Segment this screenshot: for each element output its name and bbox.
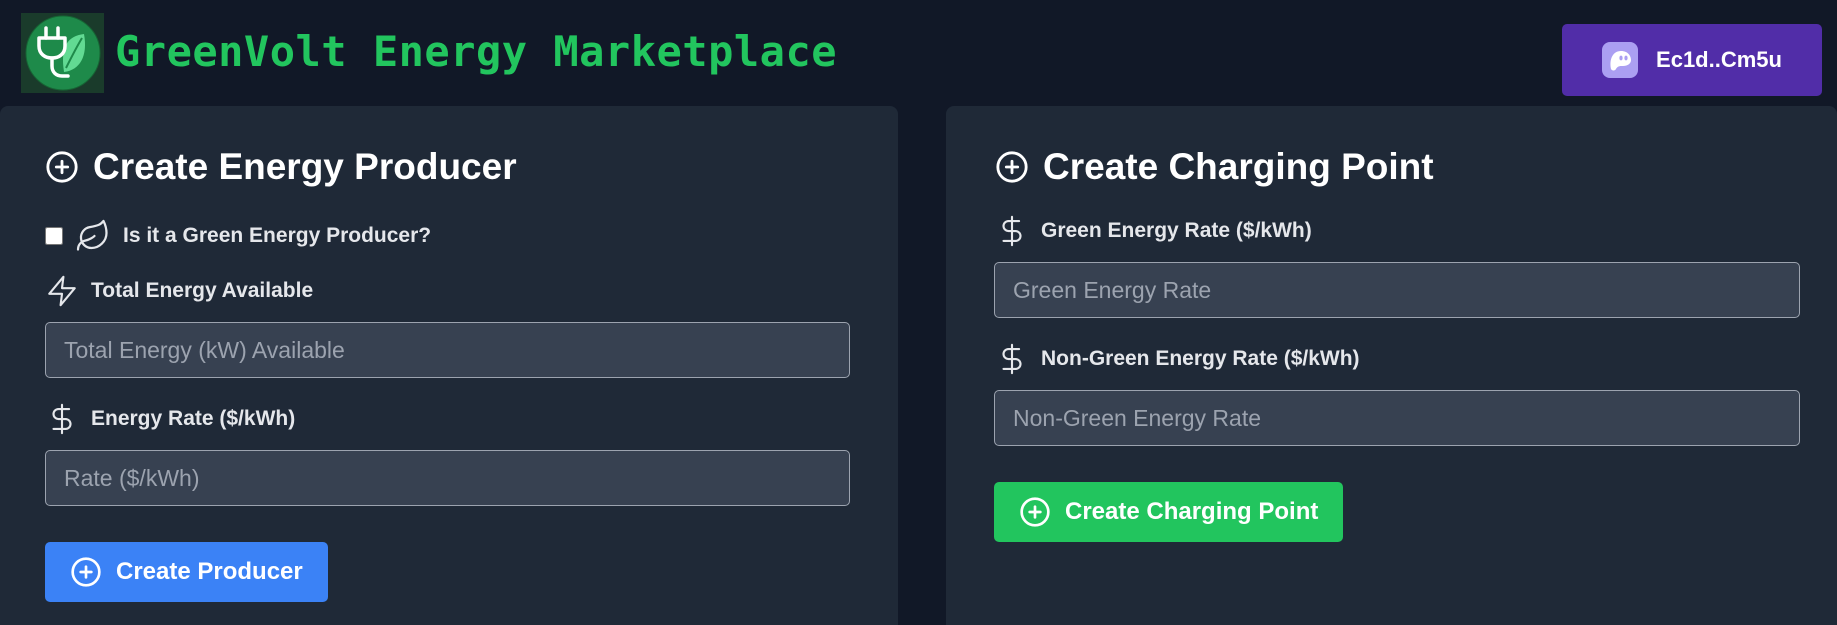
producer-card-title: Create Energy Producer: [93, 146, 517, 187]
non-green-rate-label: Non-Green Energy Rate ($/kWh): [1041, 347, 1360, 370]
green-rate-label-row: Green Energy Rate ($/kWh): [995, 214, 1312, 248]
charging-card-header: Create Charging Point: [995, 146, 1434, 188]
create-producer-card: Create Energy Producer Is it a Green Ene…: [0, 106, 898, 625]
energy-rate-input[interactable]: [45, 450, 850, 506]
plus-circle-icon: [995, 150, 1029, 184]
green-rate-input[interactable]: [994, 262, 1800, 318]
total-energy-label-row: Total Energy Available: [45, 274, 313, 308]
total-energy-input[interactable]: [45, 322, 850, 378]
create-producer-button[interactable]: Create Producer: [45, 542, 328, 602]
dollar-icon: [45, 402, 79, 436]
non-green-rate-label-row: Non-Green Energy Rate ($/kWh): [995, 342, 1360, 376]
energy-rate-label: Energy Rate ($/kWh): [91, 407, 296, 430]
wallet-connect-button[interactable]: Ec1d..Cm5u: [1562, 24, 1822, 96]
dollar-icon: [995, 342, 1029, 376]
plus-circle-icon: [1019, 496, 1051, 528]
create-charging-point-button-label: Create Charging Point: [1065, 498, 1319, 525]
zap-icon: [45, 274, 79, 308]
non-green-rate-input[interactable]: [994, 390, 1800, 446]
producer-card-header: Create Energy Producer: [45, 146, 517, 188]
app-title: GreenVolt Energy Marketplace: [115, 27, 838, 76]
plus-circle-icon: [70, 556, 102, 588]
green-producer-label: Is it a Green Energy Producer?: [123, 224, 432, 247]
energy-rate-label-row: Energy Rate ($/kWh): [45, 402, 295, 436]
green-producer-checkbox[interactable]: [45, 227, 63, 245]
green-producer-row: Is it a Green Energy Producer?: [45, 218, 431, 254]
page: GreenVolt Energy Marketplace Ec1d..Cm5u …: [0, 0, 1837, 625]
plug-leaf-logo-icon: [25, 15, 100, 91]
green-rate-label: Green Energy Rate ($/kWh): [1041, 219, 1312, 242]
create-charging-point-button[interactable]: Create Charging Point: [994, 482, 1344, 542]
ghost-wallet-icon: [1602, 42, 1639, 78]
leaf-icon: [75, 218, 111, 254]
app-logo: [21, 13, 104, 93]
wallet-address: Ec1d..Cm5u: [1656, 47, 1782, 72]
charging-card-title: Create Charging Point: [1043, 146, 1434, 187]
create-producer-button-label: Create Producer: [116, 558, 303, 585]
total-energy-label: Total Energy Available: [91, 279, 314, 302]
dollar-icon: [995, 214, 1029, 248]
create-charging-point-card: Create Charging Point Green Energy Rate …: [946, 106, 1837, 625]
plus-circle-icon: [45, 150, 79, 184]
